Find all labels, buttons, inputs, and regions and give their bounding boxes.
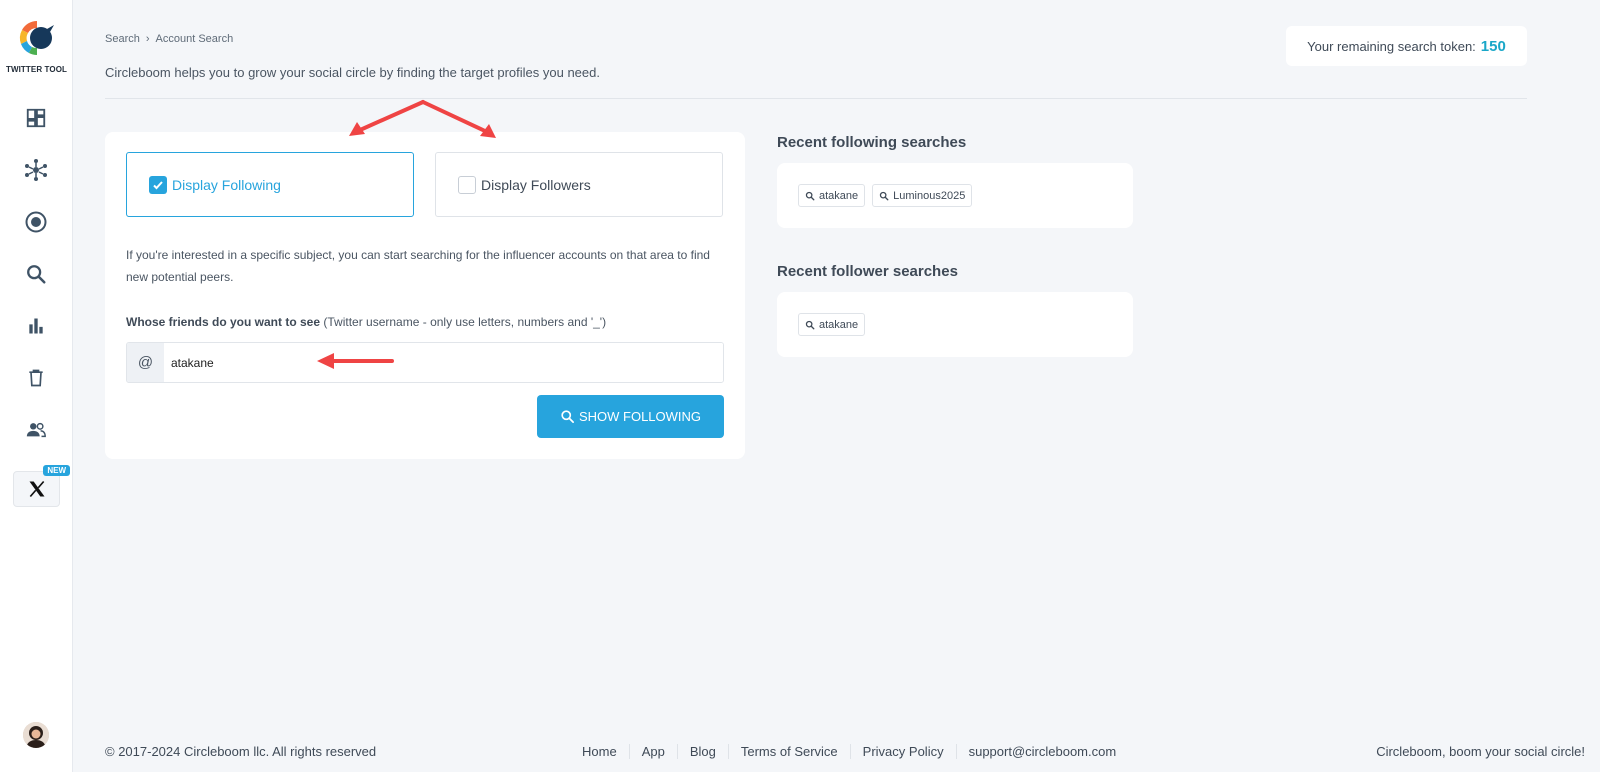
display-following-label: Display Following xyxy=(172,176,281,193)
new-badge: NEW xyxy=(43,465,70,476)
arrow-to-following-icon xyxy=(349,100,425,136)
footer-link-support[interactable]: support@circleboom.com xyxy=(955,744,1129,759)
footer-link-home[interactable]: Home xyxy=(572,744,629,759)
bar-chart-icon xyxy=(29,318,43,334)
username-input[interactable] xyxy=(164,343,723,382)
nav-search[interactable] xyxy=(22,260,50,288)
recent-following-title: Recent following searches xyxy=(777,134,967,151)
footer-tagline: Circleboom, boom your social circle! xyxy=(1376,744,1585,759)
breadcrumb-account-search: Account Search xyxy=(155,33,234,45)
display-followers-label: Display Followers xyxy=(481,176,591,193)
show-following-button[interactable]: SHOW FOLLOWING xyxy=(537,395,724,438)
field-label-hint: (Twitter username - only use letters, nu… xyxy=(323,315,607,329)
search-icon xyxy=(27,265,46,284)
search-icon xyxy=(805,320,815,329)
sidebar: TWITTER TOOL NEW xyxy=(0,0,73,772)
recent-following-list: atakane Luminous2025 xyxy=(777,163,1133,228)
display-following-option[interactable]: Display Following xyxy=(126,152,414,217)
app-logo[interactable]: TWITTER TOOL xyxy=(0,18,73,74)
check-icon xyxy=(153,180,163,189)
nav-people[interactable] xyxy=(22,416,50,444)
search-token-box: Your remaining search token: 150 xyxy=(1286,26,1527,66)
search-icon xyxy=(561,410,574,423)
target-icon xyxy=(25,211,47,233)
network-icon xyxy=(25,159,47,181)
display-followers-option[interactable]: Display Followers xyxy=(435,152,723,217)
circleboom-logo-icon xyxy=(19,21,54,55)
search-icon xyxy=(879,191,889,200)
avatar-image-icon xyxy=(23,722,49,748)
nav-x-tool[interactable]: NEW xyxy=(13,465,70,507)
nav-delete[interactable] xyxy=(22,364,50,392)
x-logo-icon xyxy=(29,480,44,498)
header-divider xyxy=(105,98,1527,99)
nav-analytics[interactable] xyxy=(22,312,50,340)
nav-target[interactable] xyxy=(22,208,50,236)
user-avatar[interactable] xyxy=(23,722,49,748)
recent-follower-list: atakane xyxy=(777,292,1133,357)
recent-following-chip[interactable]: atakane xyxy=(798,184,866,207)
username-field-label: Whose friends do you want to see (Twitte… xyxy=(126,315,606,329)
chip-label: atakane xyxy=(819,318,859,331)
footer-copyright: © 2017-2024 Circleboom llc. All rights r… xyxy=(105,744,377,759)
footer-link-terms[interactable]: Terms of Service xyxy=(727,744,850,759)
recent-follower-chip[interactable]: atakane xyxy=(798,313,866,336)
footer-link-privacy[interactable]: Privacy Policy xyxy=(849,744,956,759)
search-icon xyxy=(805,191,815,200)
dashboard-icon xyxy=(26,108,46,128)
logo-text: TWITTER TOOL xyxy=(5,65,68,74)
breadcrumb-search[interactable]: Search xyxy=(105,33,140,45)
token-value: 150 xyxy=(1480,37,1506,55)
field-label-bold: Whose friends do you want to see xyxy=(126,315,321,329)
nav-dashboard[interactable] xyxy=(22,104,50,132)
recent-following-chip[interactable]: Luminous2025 xyxy=(872,184,973,207)
trash-icon xyxy=(29,369,43,387)
footer-links: Home App Blog Terms of Service Privacy P… xyxy=(572,744,1128,759)
recent-follower-title: Recent follower searches xyxy=(777,263,958,280)
nav-network[interactable] xyxy=(22,156,50,184)
page-subtitle: Circleboom helps you to grow your social… xyxy=(105,65,600,80)
show-following-label: SHOW FOLLOWING xyxy=(578,409,702,424)
following-checkbox[interactable] xyxy=(149,175,167,194)
followers-checkbox[interactable] xyxy=(458,175,476,194)
search-card: Display Following Display Followers If y… xyxy=(105,132,745,459)
people-icon xyxy=(26,422,46,438)
footer-link-blog[interactable]: Blog xyxy=(676,744,728,759)
at-prefix: @ xyxy=(127,343,164,382)
chevron-right-icon: › xyxy=(145,33,150,45)
chip-label: atakane xyxy=(819,189,859,202)
search-description: If you're interested in a specific subje… xyxy=(126,248,710,284)
username-input-group: @ xyxy=(126,342,724,383)
breadcrumb: Search › Account Search xyxy=(105,33,233,45)
chip-label: Luminous2025 xyxy=(893,189,966,202)
token-label: Your remaining search token: xyxy=(1307,38,1476,54)
footer-link-app[interactable]: App xyxy=(628,744,677,759)
